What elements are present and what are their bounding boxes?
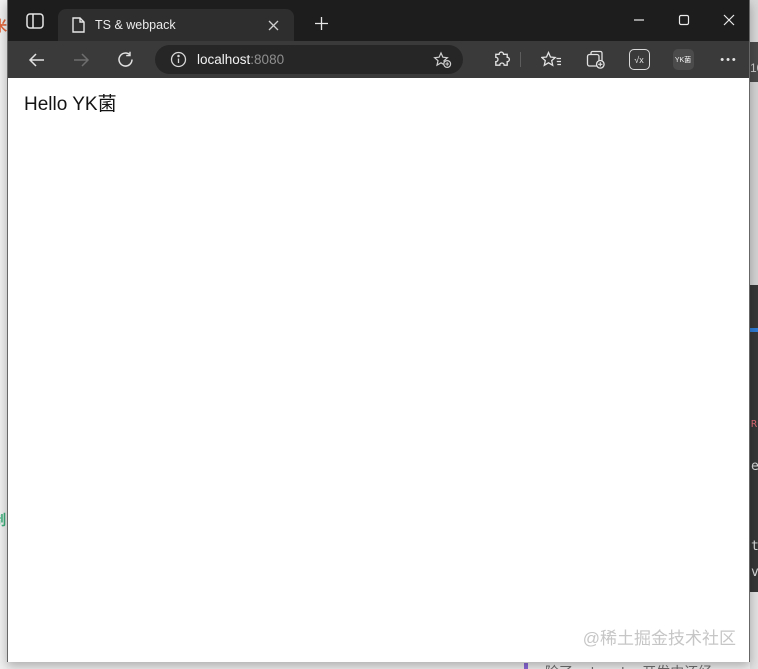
puzzle-icon bbox=[492, 50, 511, 69]
window-maximize-button[interactable] bbox=[661, 0, 706, 40]
background-bottom-strip: 除了webpack，开发中还经 bbox=[7, 662, 750, 669]
forward-arrow-icon bbox=[72, 52, 90, 68]
tab-actions-menu-button[interactable] bbox=[18, 4, 52, 37]
ellipsis-icon: ••• bbox=[720, 53, 738, 66]
background-code-fragment-d: v bbox=[751, 565, 758, 580]
plus-icon bbox=[314, 16, 329, 31]
maximize-icon bbox=[678, 14, 690, 26]
background-right-light-bottom bbox=[750, 592, 758, 669]
collections-icon bbox=[585, 50, 605, 69]
background-bottom-text: 除了webpack，开发中还经 bbox=[545, 662, 712, 669]
math-solver-icon: √x bbox=[628, 49, 650, 70]
forward-button[interactable] bbox=[66, 45, 96, 74]
background-right-code-block: R e t v bbox=[750, 285, 758, 592]
close-icon bbox=[723, 14, 735, 26]
back-arrow-icon bbox=[28, 52, 46, 68]
url-port: :8080 bbox=[250, 52, 285, 67]
refresh-button[interactable] bbox=[110, 45, 140, 74]
background-right-blue-line bbox=[750, 328, 758, 332]
new-tab-button[interactable] bbox=[304, 8, 338, 38]
url-text[interactable]: localhost:8080 bbox=[197, 52, 429, 67]
background-right-light-top bbox=[750, 0, 758, 42]
background-left-strip: 米 制 bbox=[0, 0, 7, 669]
browser-window: TS & webpack localhost:8080 √x YK菌 ••• H… bbox=[7, 0, 750, 662]
tab-title: TS & webpack bbox=[95, 18, 176, 32]
url-host: localhost bbox=[197, 52, 251, 67]
favorites-button[interactable] bbox=[536, 45, 566, 74]
background-right-scrollbar bbox=[750, 82, 758, 285]
math-solver-button[interactable]: √x bbox=[624, 45, 654, 74]
add-favorite-button[interactable] bbox=[429, 47, 455, 73]
background-left-bottom-fragment: 制 bbox=[0, 513, 6, 527]
tab-close-icon[interactable] bbox=[262, 14, 284, 36]
background-right-top-fragment: 10 bbox=[750, 61, 758, 75]
refresh-icon bbox=[117, 51, 134, 68]
page-greeting-text: Hello YK菌 bbox=[24, 94, 117, 115]
minimize-icon bbox=[633, 14, 645, 26]
navigation-toolbar: localhost:8080 √x YK菌 ••• bbox=[8, 41, 749, 78]
background-code-fragment-c: t bbox=[751, 539, 758, 554]
window-close-button[interactable] bbox=[706, 0, 751, 40]
address-bar[interactable]: localhost:8080 bbox=[155, 45, 463, 74]
background-code-fragment-b: e bbox=[751, 459, 758, 474]
tab-ts-webpack[interactable]: TS & webpack bbox=[58, 9, 294, 41]
tab-actions-icon bbox=[26, 12, 44, 29]
tab-bar: TS & webpack bbox=[8, 0, 749, 41]
collections-button[interactable] bbox=[580, 45, 610, 74]
background-left-top-fragment: 米 bbox=[0, 19, 7, 33]
extensions-button[interactable] bbox=[486, 45, 516, 74]
star-list-icon bbox=[540, 50, 562, 69]
watermark-text: @稀土掘金技术社区 bbox=[582, 629, 736, 648]
background-code-fragment-a: R bbox=[751, 419, 758, 430]
settings-and-more-button[interactable]: ••• bbox=[714, 45, 744, 74]
profile-button[interactable]: YK菌 bbox=[668, 45, 698, 74]
background-right-dark-top: 10 bbox=[750, 42, 758, 82]
site-info-button[interactable] bbox=[165, 47, 191, 73]
background-quote-bar bbox=[524, 663, 528, 669]
page-content: Hello YK菌 @稀土掘金技术社区 bbox=[8, 78, 749, 662]
avatar: YK菌 bbox=[672, 49, 694, 70]
window-minimize-button[interactable] bbox=[616, 0, 661, 40]
toolbar-separator bbox=[520, 52, 521, 67]
back-button[interactable] bbox=[22, 45, 52, 74]
page-favicon-icon bbox=[71, 17, 85, 33]
background-right-strip: 10 R e t v bbox=[750, 0, 758, 669]
